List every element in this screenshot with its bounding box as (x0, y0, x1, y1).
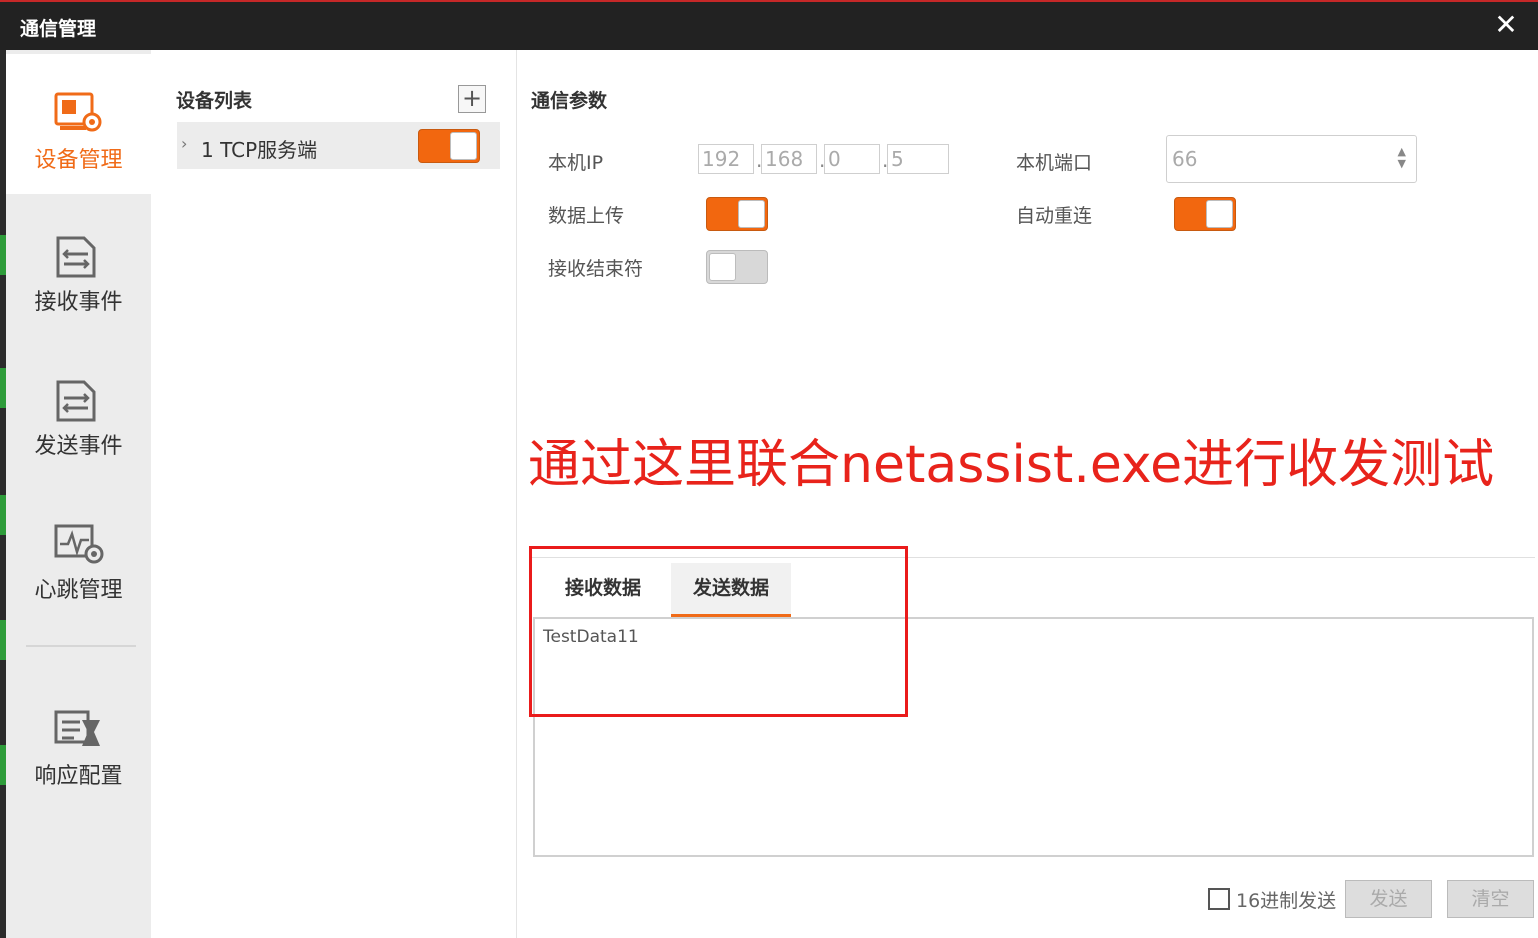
send-event-icon (56, 380, 96, 422)
device-enable-toggle[interactable] (418, 129, 480, 163)
hex-send-label: 16进制发送 (1236, 890, 1337, 912)
nav-item-device-manage[interactable]: 设备管理 (6, 54, 151, 194)
ip-address-input: 192 . 168 . 0 . 5 (698, 144, 949, 174)
toggle-knob (709, 253, 736, 281)
nav-divider (26, 645, 136, 647)
window-titlebar: 通信管理 ✕ (0, 0, 1538, 50)
ip-octet-4[interactable]: 5 (887, 144, 949, 174)
data-upload-label: 数据上传 (548, 205, 625, 227)
nav-item-heartbeat[interactable]: 心跳管理 (6, 484, 151, 624)
auto-reconnect-toggle[interactable] (1174, 197, 1236, 231)
ip-octet-3[interactable]: 0 (824, 144, 880, 174)
device-list-item[interactable]: › 1 TCP服务端 (177, 122, 500, 169)
toggle-knob (738, 200, 765, 228)
toggle-knob (1206, 200, 1233, 228)
params-title: 通信参数 (531, 90, 608, 112)
nav-item-label: 心跳管理 (34, 578, 123, 603)
plus-icon: + (461, 84, 483, 112)
local-ip-label: 本机IP (548, 152, 604, 174)
response-config-icon (54, 710, 100, 746)
receive-event-icon (56, 236, 96, 278)
tab-receive-data[interactable]: 接收数据 (543, 563, 663, 617)
sidebar-nav: 设备管理 接收事件 发送事件 心跳管理 响应配置 (6, 50, 151, 938)
port-value: 66 (1172, 147, 1198, 171)
local-port-label: 本机端口 (1016, 152, 1093, 174)
chevron-right-icon[interactable]: › (181, 134, 187, 153)
nav-item-receive-event[interactable]: 接收事件 (6, 196, 151, 336)
close-icon[interactable]: ✕ (1492, 10, 1520, 42)
add-device-button[interactable]: + (458, 85, 486, 113)
send-button[interactable]: 发送 (1345, 880, 1432, 918)
nav-item-label: 设备管理 (34, 148, 123, 173)
device-label: 1 TCP服务端 (201, 138, 318, 162)
nav-item-send-event[interactable]: 发送事件 (6, 340, 151, 480)
hex-send-checkbox[interactable] (1208, 888, 1230, 910)
nav-item-label: 接收事件 (34, 290, 123, 315)
send-data-textarea[interactable]: TestData11 (533, 617, 1534, 857)
tab-send-data[interactable]: 发送数据 (671, 563, 791, 617)
window-title: 通信管理 (20, 18, 97, 40)
nav-item-label: 发送事件 (34, 434, 123, 459)
local-port-spinbox[interactable]: 66 ▲ ▼ (1166, 135, 1417, 183)
nav-item-label: 响应配置 (34, 764, 123, 789)
recv-terminator-toggle[interactable] (706, 250, 768, 284)
ip-octet-2[interactable]: 168 (761, 144, 817, 174)
recv-terminator-label: 接收结束符 (548, 258, 644, 280)
heartbeat-icon (54, 524, 104, 564)
annotation-text: 通过这里联合netassist.exe进行收发测试 (528, 435, 1495, 495)
spin-arrows-icon[interactable]: ▲ ▼ (1398, 146, 1406, 170)
device-list-panel: 设备列表 + › 1 TCP服务端 (151, 50, 517, 938)
clear-button[interactable]: 清空 (1447, 880, 1534, 918)
ip-octet-1[interactable]: 192 (698, 144, 754, 174)
nav-item-response-config[interactable]: 响应配置 (6, 670, 151, 810)
auto-reconnect-label: 自动重连 (1016, 205, 1093, 227)
device-list-title: 设备列表 (176, 90, 253, 112)
toggle-knob (450, 132, 477, 160)
data-upload-toggle[interactable] (706, 197, 768, 231)
data-tabs: 接收数据 发送数据 (531, 557, 1535, 617)
device-manage-icon (54, 92, 102, 132)
